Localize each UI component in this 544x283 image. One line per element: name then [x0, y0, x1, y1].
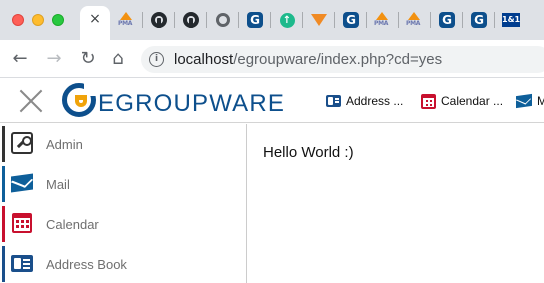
- window-minimize-button[interactable]: [32, 14, 44, 26]
- sidebar-item-label: Admin: [46, 137, 83, 152]
- address-bar[interactable]: i localhost/egroupware/index.php?cd=yes: [141, 46, 544, 73]
- window-maximize-button[interactable]: [52, 14, 64, 26]
- sidebar-color-bar: [2, 166, 5, 202]
- egroupware-icon: G: [471, 12, 487, 28]
- pinned-tab-egroupware[interactable]: G: [244, 10, 266, 30]
- pinned-tab-fox[interactable]: [308, 10, 330, 30]
- github-icon: [151, 12, 167, 28]
- app-sidebar: Admin Mail Calendar Address Book: [0, 124, 247, 283]
- sidebar-item-mail[interactable]: Mail: [0, 164, 247, 202]
- quick-link-label: M: [537, 94, 544, 108]
- egroupware-icon: G: [343, 12, 359, 28]
- browser-tab-strip: × PMA G ↑ G PMA PMA G G 1&1: [0, 0, 544, 40]
- site-info-icon[interactable]: i: [149, 52, 164, 67]
- main-content: Hello World :): [248, 124, 544, 283]
- sidebar-item-label: Mail: [46, 177, 70, 192]
- sidebar-item-label: Calendar: [46, 217, 99, 232]
- phpmyadmin-favicon-icon: PMA: [118, 12, 136, 28]
- pinned-tab-egroupware[interactable]: G: [340, 10, 362, 30]
- mail-icon: [516, 93, 532, 109]
- sidebar-item-label: Address Book: [46, 257, 127, 272]
- fox-icon: [311, 14, 327, 26]
- hello-world-text: Hello World :): [263, 144, 354, 161]
- quick-link-label: Calendar ...: [441, 94, 504, 108]
- addressbook-icon: [11, 254, 33, 272]
- admin-icon: [11, 132, 33, 154]
- pinned-tab-github[interactable]: [180, 10, 202, 30]
- calendar-icon: [12, 213, 32, 233]
- forward-arrow-icon[interactable]: →: [44, 49, 64, 69]
- url-text[interactable]: localhost/egroupware/index.php?cd=yes: [174, 51, 442, 68]
- pinned-tab-phpmyadmin[interactable]: PMA: [404, 10, 426, 30]
- sidebar-item-addressbook[interactable]: Address Book: [0, 244, 247, 282]
- active-tab[interactable]: ×: [80, 6, 110, 40]
- pinned-tab-phpmyadmin[interactable]: PMA: [116, 10, 138, 30]
- pinned-tab-1and1[interactable]: 1&1: [500, 10, 522, 30]
- phpmyadmin-favicon-icon: PMA: [406, 12, 424, 28]
- window-close-button[interactable]: [12, 14, 24, 26]
- egroupware-g-icon: [62, 82, 98, 117]
- quick-link-addressbook[interactable]: Address ...: [326, 92, 403, 110]
- calendar-icon: [421, 93, 436, 109]
- addressbook-icon: [326, 95, 341, 107]
- pinned-tab-github[interactable]: [148, 10, 170, 30]
- sidebar-item-admin[interactable]: Admin: [0, 124, 247, 162]
- mail-icon: [11, 173, 33, 193]
- pinned-tab-globe[interactable]: [212, 10, 234, 30]
- logo-text: EGROUPWARE: [98, 90, 286, 117]
- green-shield-icon: ↑: [279, 12, 295, 28]
- pinned-tab-egroupware[interactable]: G: [468, 10, 490, 30]
- quick-link-mail[interactable]: M: [516, 92, 544, 110]
- toggle-sidebar-close-icon[interactable]: [16, 88, 46, 114]
- sidebar-item-calendar[interactable]: Calendar: [0, 204, 247, 242]
- pinned-tab-phpmyadmin[interactable]: PMA: [372, 10, 394, 30]
- home-icon[interactable]: ⌂: [108, 49, 128, 69]
- app-header: EGROUPWARE Address ... Calendar ... M: [0, 79, 544, 123]
- pinned-tab-shield[interactable]: ↑: [276, 10, 298, 30]
- 1and1-icon: 1&1: [502, 13, 520, 27]
- globe-icon: [216, 13, 230, 27]
- quick-link-calendar[interactable]: Calendar ...: [421, 92, 503, 110]
- sidebar-color-bar: [2, 206, 5, 242]
- pinned-tab-egroupware[interactable]: G: [436, 10, 458, 30]
- egroupware-icon: G: [247, 12, 263, 28]
- sidebar-color-bar: [2, 126, 5, 162]
- reload-icon[interactable]: ↻: [78, 49, 98, 69]
- sidebar-color-bar: [2, 246, 5, 282]
- back-arrow-icon[interactable]: ←: [10, 49, 30, 69]
- github-icon: [183, 12, 199, 28]
- phpmyadmin-favicon-icon: PMA: [374, 12, 392, 28]
- egroupware-icon: G: [439, 12, 455, 28]
- browser-toolbar: ← → ↻ ⌂ i localhost/egroupware/index.php…: [0, 40, 544, 78]
- quick-link-label: Address ...: [346, 94, 404, 108]
- tab-close-icon[interactable]: ×: [88, 12, 102, 26]
